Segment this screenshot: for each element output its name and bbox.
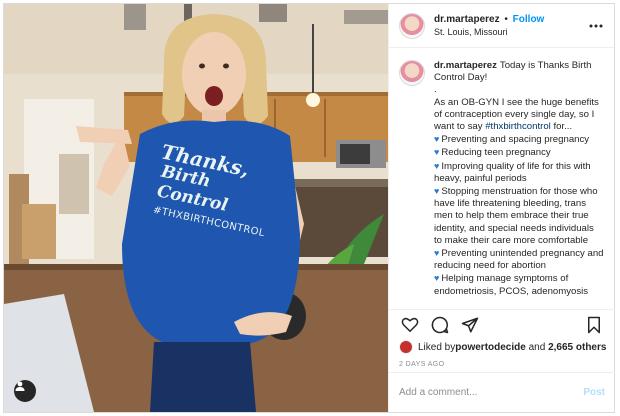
blue-heart-icon: ♥ <box>434 186 440 197</box>
post-location[interactable]: St. Louis, Missouri <box>434 26 588 39</box>
hashtag-suffix: for... <box>550 121 573 133</box>
caption-line-3: . <box>434 84 437 96</box>
header-text: dr.martaperez • Follow St. Louis, Missou… <box>434 13 588 39</box>
bullet-text: Helping manage symptoms of endometriosis… <box>434 273 589 297</box>
blue-heart-icon: ♥ <box>434 273 440 284</box>
caption-line-2: Control Day! <box>434 72 488 84</box>
comment-input[interactable] <box>399 387 584 398</box>
bullet-item: ♥ Preventing unintended pregnancy and red… <box>434 247 604 272</box>
share-icon[interactable] <box>459 314 481 336</box>
liker-avatar[interactable] <box>399 340 413 354</box>
author-avatar[interactable] <box>399 12 425 39</box>
caption-text: dr.martaperez Today is Thanks Birth Contr… <box>434 60 604 300</box>
caption-line-5: of contraception every single day, so I <box>434 108 595 120</box>
bullet-text: Stopping menstruation for those who have… <box>434 186 598 246</box>
bullet-text: Reducing teen pregnancy <box>441 147 551 159</box>
likes-count[interactable]: 2,665 others <box>548 342 606 353</box>
bullet-item: ♥ Improving quality of life for this with… <box>434 160 604 185</box>
post-photo[interactable]: Thanks, Birth Control #THXBIRTHCONTROL <box>4 4 388 412</box>
likes-connector: and <box>525 341 549 353</box>
liker-username[interactable]: powertodecide <box>455 342 526 353</box>
blue-heart-icon: ♥ <box>434 147 440 158</box>
bullet-item: ♥ Reducing teen pregnancy <box>434 146 604 159</box>
tagged-users-icon[interactable] <box>14 380 36 402</box>
caption-line-6-text: want to say <box>434 121 486 133</box>
blue-heart-icon: ♥ <box>434 134 440 145</box>
bullet-item: ♥ Stopping menstruation for those who hav… <box>434 185 604 247</box>
blue-heart-icon: ♥ <box>434 248 440 259</box>
post-timestamp[interactable]: 2 DAYS AGO <box>399 361 445 368</box>
likes-prefix: Liked by <box>418 341 456 353</box>
bullet-text: Preventing and spacing pregnancy <box>441 134 590 146</box>
bullet-text: Preventing unintended pregnancy and redu… <box>434 248 604 272</box>
likes-summary: Liked by powertodecide and 2,665 others <box>399 340 606 354</box>
caption-line-1: Today is Thanks Birth <box>499 60 592 71</box>
caption-area: dr.martaperez Today is Thanks Birth Contr… <box>389 48 614 300</box>
like-heart-icon[interactable] <box>399 314 421 336</box>
action-bar <box>389 309 615 339</box>
post-header: dr.martaperez • Follow St. Louis, Missou… <box>389 4 614 48</box>
caption-hashtag[interactable]: #thxbirthcontrol <box>485 121 551 132</box>
bullet-text: Improving quality of life for this with … <box>434 160 591 184</box>
bookmark-icon[interactable] <box>583 314 605 336</box>
post-sidebar: dr.martaperez • Follow St. Louis, Missou… <box>388 4 615 412</box>
caption-username[interactable]: dr.martaperez <box>434 60 497 71</box>
instagram-post: Thanks, Birth Control #THXBIRTHCONTROL d… <box>3 3 615 413</box>
caption-line-4: As an OB-GYN I see the huge benefits <box>434 96 599 108</box>
blue-heart-icon: ♥ <box>434 160 440 171</box>
author-username[interactable]: dr.martaperez <box>434 14 500 25</box>
follow-button[interactable]: Follow <box>513 14 545 25</box>
caption-line-6: want to say #thxbirthcontrol for... <box>434 121 604 133</box>
comment-box: Post <box>389 372 615 412</box>
comment-icon[interactable] <box>429 314 451 336</box>
bullet-item: ♥ Preventing and spacing pregnancy <box>434 133 604 146</box>
caption-avatar[interactable] <box>399 60 425 86</box>
separator-dot: • <box>504 13 508 25</box>
more-options-icon[interactable] <box>588 18 604 34</box>
bullet-item: ♥ Helping manage symptoms of endometriosi… <box>434 272 604 297</box>
post-comment-button[interactable]: Post <box>583 387 605 398</box>
